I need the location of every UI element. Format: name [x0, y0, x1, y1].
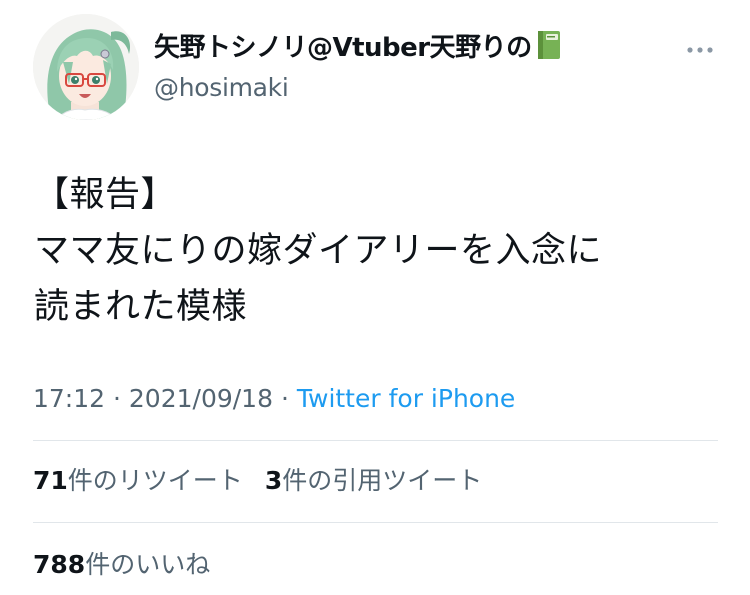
tweet-text-line: 【報告】: [34, 175, 177, 215]
divider: [33, 522, 718, 523]
likes-label: 件のいいね: [85, 550, 211, 579]
avatar-image: [33, 14, 139, 120]
quotes-label: 件の引用ツイート: [282, 466, 483, 495]
display-name-text: 矢野トシノリ@Vtuber天野りの: [154, 33, 532, 63]
tweet-text-line: ママ友にりの嫁ダイアリーを入念に: [34, 231, 603, 271]
more-options-icon[interactable]: [682, 38, 718, 62]
tweet-detail: 矢野トシノリ@Vtuber天野りの @hosimaki 【報告】 ママ友にりの嫁…: [0, 0, 750, 595]
avatar[interactable]: [33, 14, 139, 120]
retweets-count: 71: [33, 466, 68, 495]
likes-count: 788: [33, 550, 86, 579]
retweets-stat[interactable]: 71件のリツイート: [33, 466, 243, 495]
tweet-metadata: 17:12 · 2021/09/18 · Twitter for iPhone: [33, 382, 515, 416]
engagement-row: 71件のリツイート 3件の引用ツイート: [33, 464, 482, 498]
display-name[interactable]: 矢野トシノリ@Vtuber天野りの: [154, 30, 562, 68]
tweet-time[interactable]: 17:12: [33, 384, 105, 413]
quotes-count: 3: [264, 466, 283, 495]
tweet-source-link[interactable]: Twitter for iPhone: [297, 384, 515, 413]
quotes-stat[interactable]: 3件の引用ツイート: [265, 466, 482, 495]
meta-separator: ·: [280, 384, 289, 413]
divider: [33, 440, 718, 441]
user-handle[interactable]: @hosimaki: [154, 72, 289, 104]
tweet-text-line: 読まれた模様: [34, 287, 248, 327]
tweet-text: 【報告】 ママ友にりの嫁ダイアリーを入念に 読まれた模様: [34, 167, 724, 335]
green-book-icon: [536, 30, 562, 68]
tweet-date[interactable]: 2021/09/18: [129, 384, 273, 413]
retweets-label: 件のリツイート: [67, 466, 243, 495]
likes-stat[interactable]: 788件のいいね: [33, 550, 210, 579]
likes-row: 788件のいいね: [33, 548, 210, 582]
meta-separator: ·: [113, 384, 121, 413]
